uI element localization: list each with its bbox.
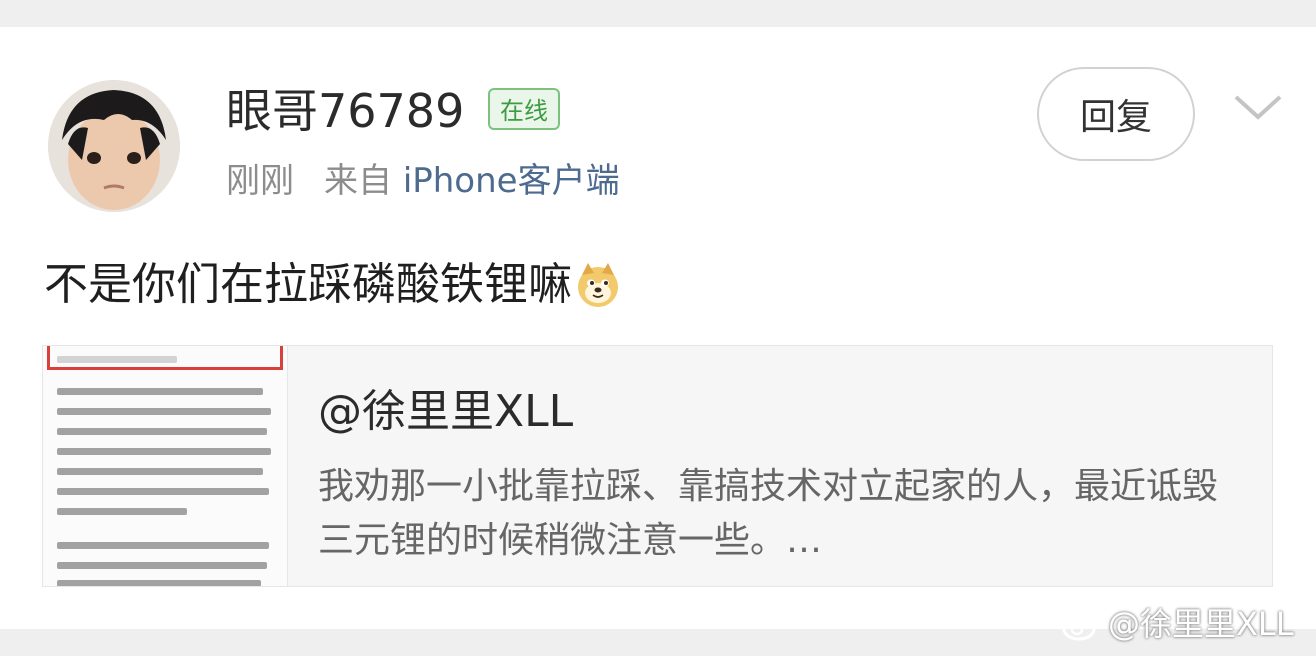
reply-button[interactable]: 回复 <box>1037 67 1195 161</box>
post-meta: 刚刚 来自 iPhone客户端 <box>226 159 620 203</box>
doge-emoji-icon <box>574 261 622 309</box>
avatar[interactable] <box>48 80 180 212</box>
source-prefix: 来自 <box>324 161 392 201</box>
source-client-link[interactable]: iPhone客户端 <box>403 161 620 201</box>
online-status-badge: 在线 <box>488 88 560 130</box>
weibo-logo-icon <box>1062 608 1102 641</box>
comment-card: 眼哥76789 在线 刚刚 来自 iPhone客户端 回复 不是你们在拉踩磷酸铁锂… <box>0 27 1316 629</box>
watermark: @徐里里XLL <box>1062 602 1294 646</box>
quoted-post[interactable]: @徐里里XLL 我劝那一小批靠拉踩、靠搞技术对立起家的人，最近诋毁三元锂的时候稍… <box>42 345 1273 587</box>
post-time: 刚刚 <box>226 161 294 201</box>
post-text: 不是你们在拉踩磷酸铁锂嘛 <box>44 255 622 315</box>
quoted-author[interactable]: @徐里里XLL <box>318 384 573 440</box>
quoted-text: 我劝那一小批靠拉踩、靠搞技术对立起家的人，最近诋毁三元锂的时候稍微注意一些。… <box>318 466 1219 561</box>
quoted-post-thumbnail[interactable] <box>43 346 288 586</box>
username[interactable]: 眼哥76789 <box>226 83 464 139</box>
watermark-text: @徐里里XLL <box>1108 605 1294 643</box>
chevron-down-icon[interactable] <box>1230 87 1286 127</box>
post-text-content: 不是你们在拉踩磷酸铁锂嘛 <box>44 259 572 310</box>
